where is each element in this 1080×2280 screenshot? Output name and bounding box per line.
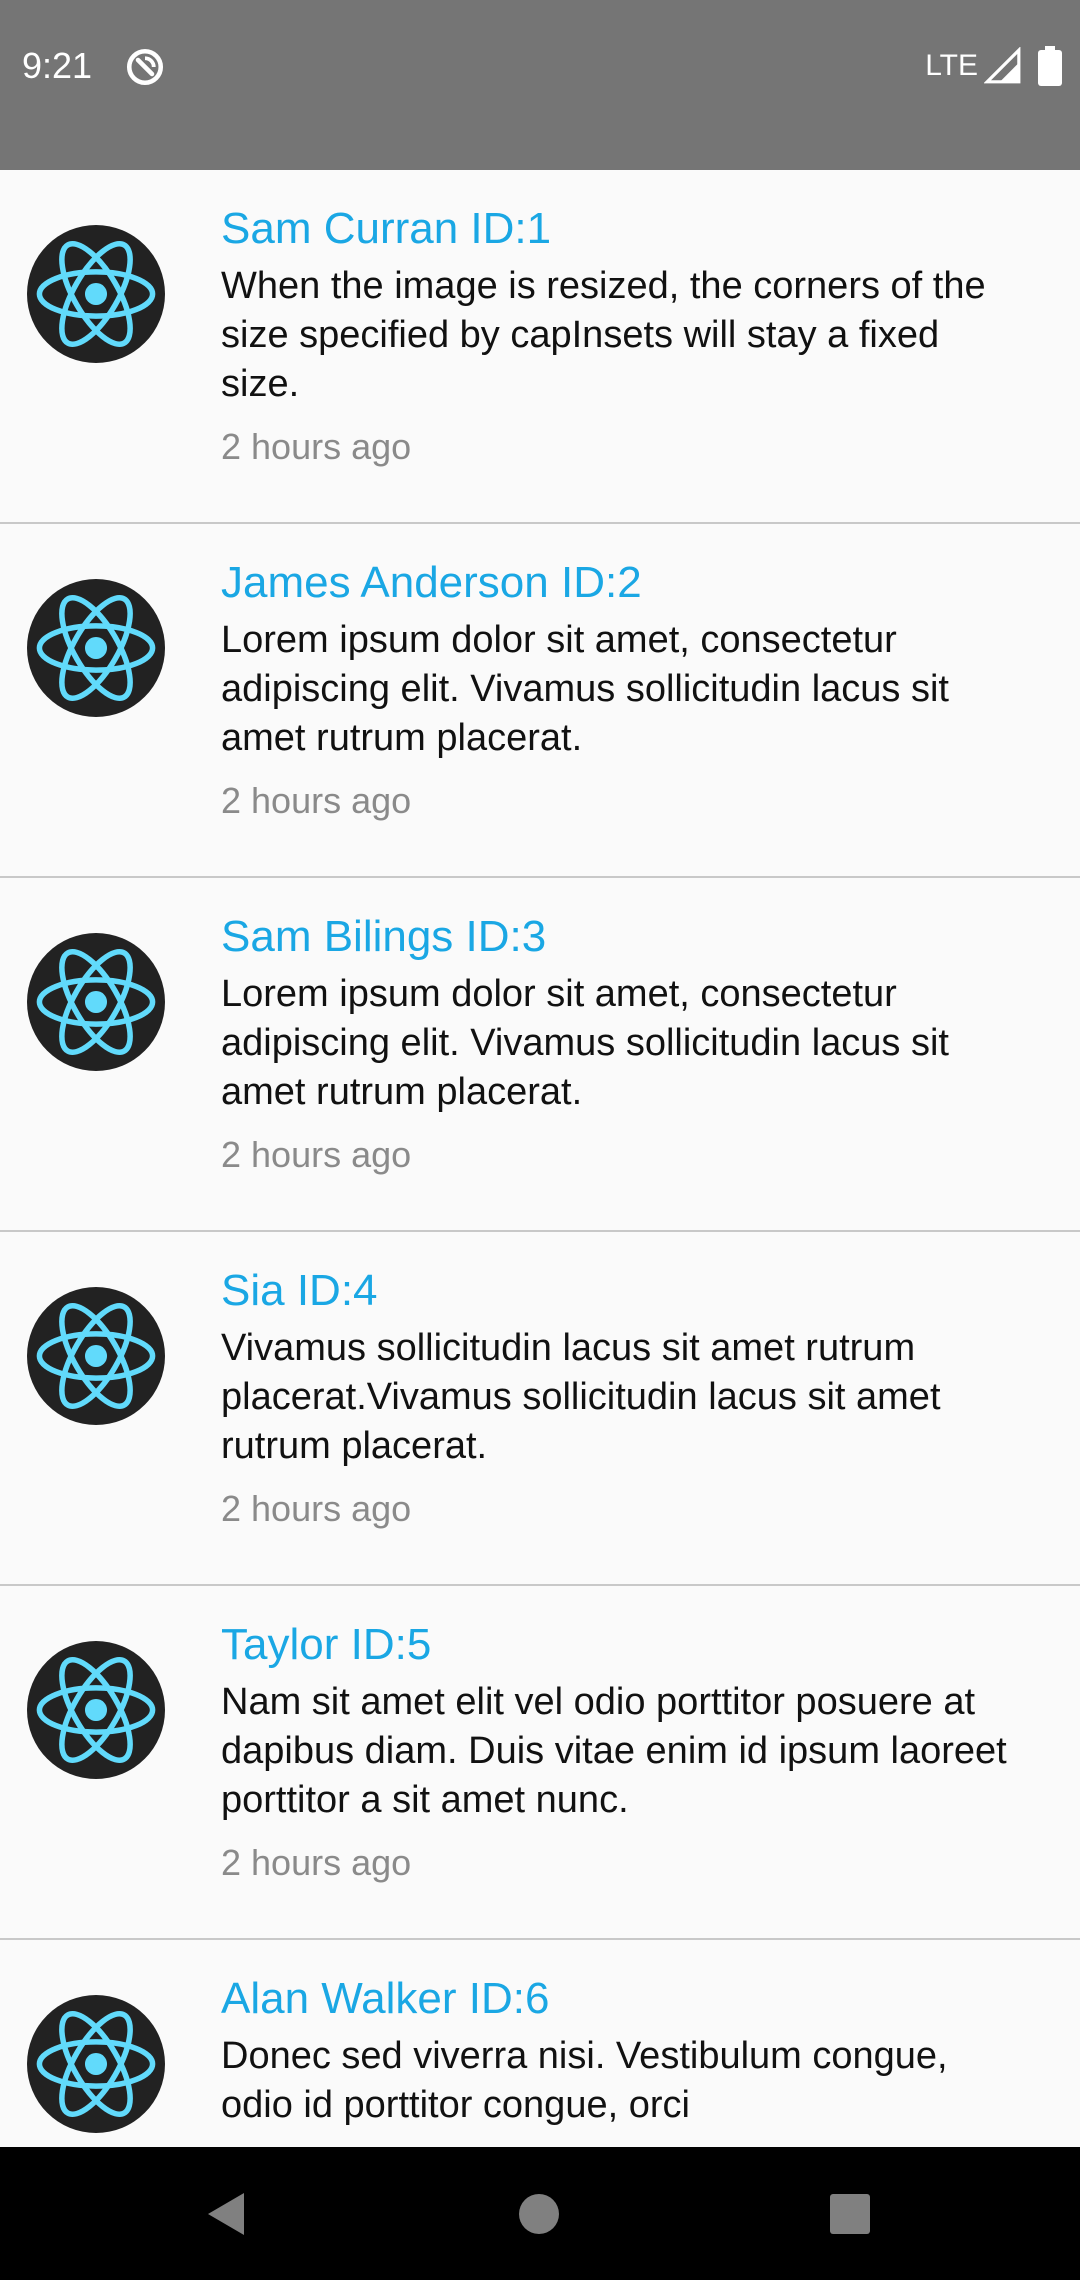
item-text: Lorem ipsum dolor sit amet, consectetur … (221, 973, 949, 1113)
item-title: James Anderson ID:2 (221, 558, 642, 607)
item-timestamp: 2 hours ago (221, 1134, 412, 1175)
battery-icon (1038, 46, 1062, 86)
navigation-bar (0, 2147, 1080, 2280)
item-timestamp: 2 hours ago (221, 780, 412, 821)
avatar (27, 933, 165, 1071)
list-item[interactable]: Sia ID:4 Vivamus sollicitudin lacus sit … (0, 1232, 1080, 1586)
recents-icon (830, 2193, 870, 2234)
item-text: Lorem ipsum dolor sit amet, consectetur … (221, 619, 949, 759)
react-logo-icon (36, 595, 156, 701)
react-logo-icon (36, 1657, 156, 1763)
item-title: Alan Walker ID:6 (221, 1974, 550, 2023)
item-title: Sia ID:4 (221, 1266, 378, 1315)
avatar (27, 225, 165, 363)
feed-list[interactable]: Sam Curran ID:1 When the image is resize… (0, 170, 1080, 2147)
item-text: Vivamus sollicitudin lacus sit amet rutr… (221, 1327, 941, 1467)
avatar (27, 1995, 165, 2133)
item-title: Sam Curran ID:1 (221, 204, 552, 253)
back-button[interactable] (190, 2147, 262, 2280)
signal-icon (984, 47, 1021, 84)
status-indicators: LTE (925, 44, 1062, 88)
status-time: 9:21 (22, 45, 93, 86)
avatar (27, 1641, 165, 1779)
list-item[interactable]: Sam Curran ID:1 When the image is resize… (0, 170, 1080, 524)
react-logo-icon (36, 241, 156, 347)
item-timestamp: 2 hours ago (221, 426, 412, 467)
list-item[interactable]: Sam Bilings ID:3 Lorem ipsum dolor sit a… (0, 878, 1080, 1232)
list-item[interactable]: James Anderson ID:2 Lorem ipsum dolor si… (0, 524, 1080, 878)
sync-icon (126, 48, 164, 86)
avatar (27, 1287, 165, 1425)
item-timestamp: 2 hours ago (221, 1842, 412, 1883)
item-text: When the image is resized, the corners o… (221, 265, 986, 405)
item-text: Donec sed viverra nisi. Vestibulum congu… (221, 2035, 948, 2126)
item-text: Nam sit amet elit vel odio porttitor pos… (221, 1681, 1007, 1821)
react-logo-icon (36, 949, 156, 1055)
list-item[interactable]: Taylor ID:5 Nam sit amet elit vel odio p… (0, 1586, 1080, 1940)
react-logo-icon (36, 2011, 156, 2117)
item-title: Taylor ID:5 (221, 1620, 432, 1669)
list-item[interactable]: Alan Walker ID:6 Donec sed viverra nisi.… (0, 1940, 1080, 2147)
recents-button[interactable] (810, 2147, 890, 2280)
react-logo-icon (36, 1303, 156, 1409)
item-timestamp: 2 hours ago (221, 1488, 412, 1529)
avatar (27, 579, 165, 717)
home-button[interactable] (499, 2147, 579, 2280)
network-type: LTE (925, 49, 978, 82)
back-icon (208, 2192, 244, 2235)
home-icon (519, 2193, 559, 2234)
status-bar: 9:21 LTE (0, 0, 1080, 170)
item-title: Sam Bilings ID:3 (221, 912, 547, 961)
